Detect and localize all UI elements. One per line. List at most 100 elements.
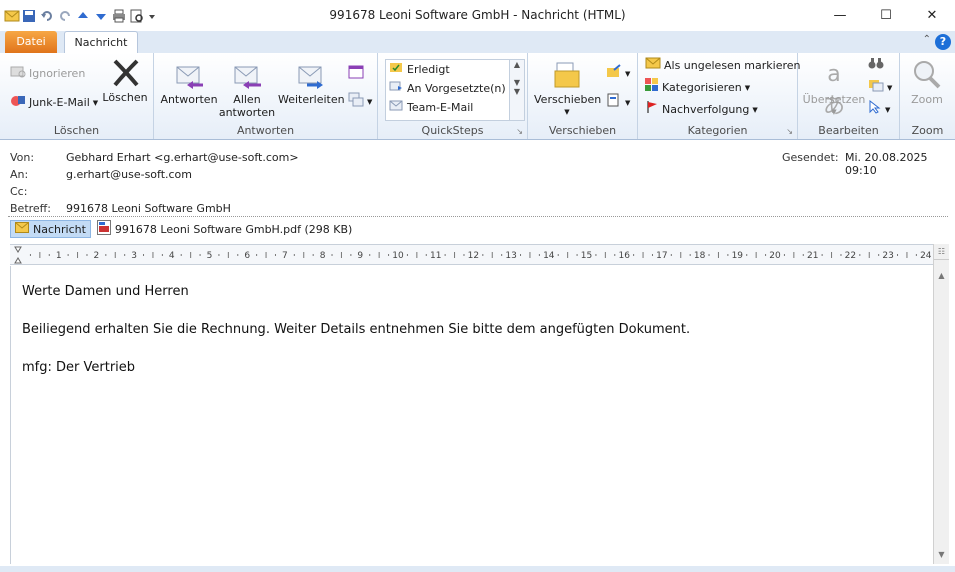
group-bearbeiten: aあ Übersetzen ▼ ▼ ▼ Bearbeiten xyxy=(798,53,900,139)
ruler-number: 18 xyxy=(694,251,706,261)
group-label-verschieben: Verschieben xyxy=(548,124,617,137)
ruler-number: 12 xyxy=(468,251,479,261)
group-label-loeschen: Löschen xyxy=(53,124,100,137)
group-verschieben: Verschieben ▼ ▼ ▼ Verschieben xyxy=(528,53,638,139)
rules-icon xyxy=(606,64,622,84)
ruler: 1 2 3 4 5 6 7 8 9 10 11 12 13 14 15 16 17 18 19 20 21 22 23 24 xyxy=(10,244,933,265)
move-label: Verschieben xyxy=(534,93,602,106)
quickstep-erledigt[interactable]: Erledigt xyxy=(386,60,524,79)
ruler-number: 23 xyxy=(882,251,893,261)
ignore-button[interactable]: Ignorieren xyxy=(10,65,85,83)
group-antworten: Antworten Allen antworten Weiterleiten ▼… xyxy=(154,53,378,139)
dialog-launcher-icon[interactable]: ↘ xyxy=(786,127,793,136)
ruler-number: 10 xyxy=(392,251,404,261)
select-button[interactable]: ▼ xyxy=(868,99,890,120)
subject-value: 991678 Leoni Software GmbH xyxy=(66,202,231,215)
cc-label: Cc: xyxy=(10,185,28,198)
tab-message[interactable]: Nachricht xyxy=(64,31,138,53)
categorize-button[interactable]: Kategorisieren ▼ xyxy=(645,78,750,98)
quicksteps-gallery: Erledigt An Vorgesetzte(n) Team-E-Mail ▲… xyxy=(385,59,525,121)
related-button[interactable]: ▼ xyxy=(868,79,892,97)
reply-button[interactable]: Antworten xyxy=(158,59,220,106)
junk-label: Junk-E-Mail xyxy=(29,96,90,109)
group-label-quicksteps: QuickSteps xyxy=(421,124,484,137)
minimize-button[interactable]: — xyxy=(817,0,863,31)
collapse-ribbon-icon[interactable]: ⌃ xyxy=(923,34,931,45)
quickstep-team[interactable]: Team-E-Mail xyxy=(386,98,524,117)
junk-button[interactable]: Junk-E-Mail ▼ xyxy=(10,94,98,112)
group-label-antworten: Antworten xyxy=(236,124,295,137)
reply-all-icon xyxy=(231,59,263,91)
translate-button[interactable]: aあ Übersetzen ▼ xyxy=(802,59,866,119)
ignore-label: Ignorieren xyxy=(29,67,86,80)
quickstep-vorgesetzte[interactable]: An Vorgesetzte(n) xyxy=(386,79,524,98)
ruler-number: 11 xyxy=(430,251,441,261)
to-label: An: xyxy=(10,168,29,181)
message-tab-label: Nachricht xyxy=(33,222,86,236)
ruler-number: 15 xyxy=(581,251,592,261)
flag-icon xyxy=(645,100,659,120)
ruler-toggle-icon[interactable]: ☷ xyxy=(934,244,949,260)
group-label-bearbeiten: Bearbeiten xyxy=(818,124,879,137)
ruler-number: 13 xyxy=(505,251,516,261)
quickstep-label: An Vorgesetzte(n) xyxy=(407,82,506,95)
close-button[interactable]: ✕ xyxy=(909,0,955,31)
dropdown-arrow-icon: ▼ xyxy=(752,106,758,114)
actions-icon xyxy=(606,93,622,113)
dropdown-arrow-icon: ▼ xyxy=(367,98,373,106)
ruler-number: 9 xyxy=(357,251,363,261)
reply-all-button[interactable]: Allen antworten xyxy=(218,59,276,119)
from-value[interactable]: Gebhard Erhart <g.erhart@use-soft.com> xyxy=(66,151,299,164)
ruler-number: 4 xyxy=(169,251,175,261)
help-icon[interactable]: ? xyxy=(935,34,951,50)
cursor-icon xyxy=(868,99,882,120)
pdf-icon xyxy=(96,220,111,238)
checkmark-folder-icon xyxy=(389,60,403,79)
binoculars-icon xyxy=(868,56,884,76)
zoom-button[interactable]: Zoom xyxy=(904,59,950,106)
window-title: 991678 Leoni Software GmbH - Nachricht (… xyxy=(329,8,626,22)
ruler-number: 2 xyxy=(94,251,100,261)
quickstep-label: Erledigt xyxy=(407,63,450,76)
move-button[interactable]: Verschieben ▼ xyxy=(534,59,602,119)
quicksteps-scrollbar[interactable]: ▲ ▼ ▼ xyxy=(509,60,524,120)
related-icon xyxy=(868,78,884,98)
tab-file[interactable]: Datei xyxy=(5,31,57,53)
meeting-icon xyxy=(348,63,364,85)
rules-button[interactable]: ▼ xyxy=(606,64,630,84)
categories-icon xyxy=(645,78,659,98)
actions-button[interactable]: ▼ xyxy=(606,93,630,113)
group-loeschen: Ignorieren Junk-E-Mail ▼ Löschen Löschen xyxy=(0,53,154,139)
message-tab-button[interactable]: Nachricht xyxy=(10,220,91,238)
body-text: Beiliegend erhalten Sie die Rechnung. We… xyxy=(22,322,691,337)
followup-label: Nachverfolgung xyxy=(662,103,750,116)
scroll-down-arrow-icon[interactable]: ▼ xyxy=(934,547,949,562)
scroll-up-arrow-icon[interactable]: ▲ xyxy=(934,268,949,283)
ruler-number: 1 xyxy=(56,251,62,261)
group-label-zoom: Zoom xyxy=(911,124,944,137)
dropdown-arrow-icon: ▼ xyxy=(92,99,99,107)
quickstep-label: Team-E-Mail xyxy=(407,101,474,114)
dialog-launcher-icon[interactable]: ↘ xyxy=(516,127,523,136)
mark-unread-button[interactable]: Als ungelesen markieren xyxy=(645,57,801,75)
reply-all-label-2: antworten xyxy=(218,106,276,119)
vertical-scrollbar[interactable]: ☷ ▲ ▼ xyxy=(933,244,949,564)
pdf-attachment[interactable]: 991678 Leoni Software GmbH.pdf (298 KB) xyxy=(96,220,352,238)
message-body[interactable]: Werte Damen und Herren Beiliegend erhalt… xyxy=(10,266,933,564)
find-button[interactable] xyxy=(868,57,884,75)
delete-button[interactable]: Löschen xyxy=(102,57,148,104)
ruler-number: 7 xyxy=(282,251,288,261)
followup-button[interactable]: Nachverfolgung ▼ xyxy=(645,101,758,119)
from-label: Von: xyxy=(10,151,35,164)
more-reply-button[interactable]: ▼ xyxy=(348,91,373,113)
to-value[interactable]: g.erhart@use-soft.com xyxy=(66,168,192,181)
header-divider xyxy=(8,216,948,217)
forward-button[interactable]: Weiterleiten xyxy=(278,59,345,106)
more-icon xyxy=(348,91,364,113)
indent-marker[interactable] xyxy=(14,246,22,264)
ruler-scale: 1 2 3 4 5 6 7 8 9 10 11 12 13 14 15 16 17 18 19 20 21 22 23 24 xyxy=(14,246,932,264)
maximize-button[interactable]: ☐ xyxy=(863,0,909,31)
dropdown-arrow-icon: ▼ xyxy=(564,108,570,116)
dropdown-arrow-icon: ▼ xyxy=(887,84,893,92)
meeting-button[interactable] xyxy=(348,65,364,83)
